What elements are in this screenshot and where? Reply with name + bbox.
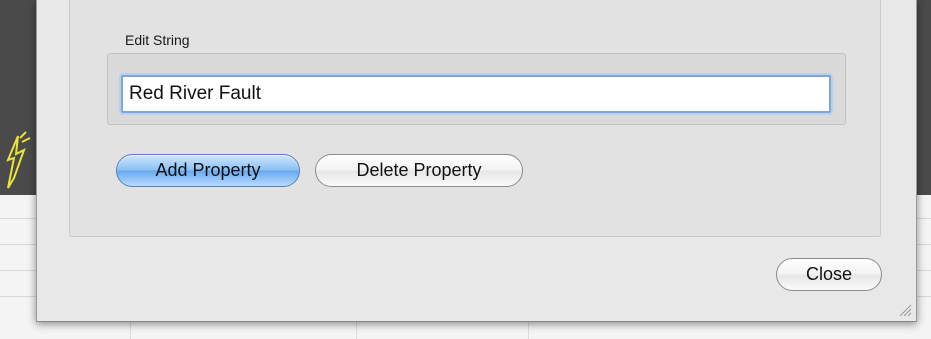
add-property-button[interactable]: Add Property — [116, 154, 300, 187]
edit-string-input[interactable] — [121, 75, 831, 113]
resize-grip-icon[interactable] — [898, 303, 912, 317]
edit-string-label: Edit String — [125, 32, 190, 48]
delete-property-button[interactable]: Delete Property — [315, 154, 523, 187]
edit-string-group — [107, 53, 846, 125]
close-button[interactable]: Close — [776, 258, 882, 291]
edit-property-dialog: Edit String Add Property Delete Property… — [36, 0, 917, 322]
scribble-annotation-icon — [6, 131, 31, 189]
property-panel: Edit String Add Property Delete Property — [69, 0, 881, 237]
